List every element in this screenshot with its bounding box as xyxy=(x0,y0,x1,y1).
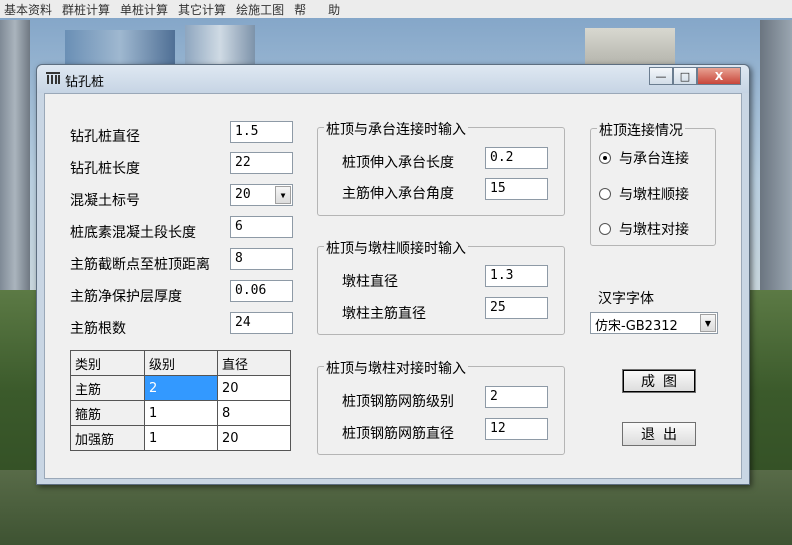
grade-cell[interactable]: 1 xyxy=(144,400,218,426)
diameter-cell[interactable]: 20 xyxy=(217,425,291,451)
title-bar[interactable]: 钻孔桩 — □ X xyxy=(37,65,749,93)
menu-help-1[interactable]: 帮 xyxy=(290,1,324,18)
radio-pier-smooth[interactable]: 与墩柱顺接 xyxy=(599,184,689,204)
embed-length-label: 桩顶伸入承台长度 xyxy=(342,155,454,171)
column-header: 类别 xyxy=(70,350,145,376)
mesh-diameter-label: 桩顶钢筋网筋直径 xyxy=(342,426,454,442)
concrete-grade-label: 混凝土标号 xyxy=(70,193,140,209)
window-controls: — □ X xyxy=(649,67,741,85)
maximize-button[interactable]: □ xyxy=(673,67,697,85)
plain-concrete-length-label: 桩底素混凝土段长度 xyxy=(70,225,196,241)
font-label: 汉字字体 xyxy=(598,291,654,307)
diameter-cell[interactable]: 20 xyxy=(217,375,291,401)
menu-other-calc[interactable]: 其它计算 xyxy=(174,1,232,18)
cut-distance-input[interactable]: 8 xyxy=(230,248,293,270)
group-title: 桩顶与承台连接时输入 xyxy=(324,119,468,139)
pile-dialog: 钻孔桩 — □ X 钻孔桩直径 1.5 钻孔桩长度 22 混凝土标号 20 ▼ … xyxy=(36,64,750,485)
connection-type-group: 桩顶连接情况 与承台连接 与墩柱顺接 与墩柱对接 xyxy=(590,120,716,246)
cover-thickness-input[interactable]: 0.06 xyxy=(230,280,293,302)
chevron-down-icon[interactable]: ▼ xyxy=(700,314,716,332)
grade-cell[interactable]: 2 xyxy=(144,375,218,401)
close-button[interactable]: X xyxy=(697,67,741,85)
table-row: 主筋 2 20 xyxy=(70,375,291,401)
pier-diameter-input[interactable]: 1.3 xyxy=(485,265,548,287)
radio-pier-butt[interactable]: 与墩柱对接 xyxy=(599,219,689,239)
window-title: 钻孔桩 xyxy=(65,75,105,90)
pier-rebar-diameter-input[interactable]: 25 xyxy=(485,297,548,319)
font-select[interactable]: 仿宋-GB2312 ▼ xyxy=(590,312,718,334)
radio-unchecked-icon xyxy=(599,188,611,200)
grade-cell[interactable]: 1 xyxy=(144,425,218,451)
menu-drawing[interactable]: 绘施工图 xyxy=(232,1,290,18)
group-title: 桩顶连接情况 xyxy=(597,120,685,140)
row-header: 加强筋 xyxy=(70,425,145,451)
cap-connection-group: 桩顶与承台连接时输入 桩顶伸入承台长度 0.2 主筋伸入承台角度 15 xyxy=(317,119,565,216)
diameter-cell[interactable]: 8 xyxy=(217,400,291,426)
menubar: 基本资料 群桩计算 单桩计算 其它计算 绘施工图 帮 助 xyxy=(0,0,792,18)
menu-single-pile[interactable]: 单桩计算 xyxy=(116,1,174,18)
generate-drawing-button[interactable]: 成图 xyxy=(622,369,696,393)
radio-label: 与墩柱顺接 xyxy=(619,187,689,203)
embed-length-input[interactable]: 0.2 xyxy=(485,147,548,169)
length-label: 钻孔桩长度 xyxy=(70,161,140,177)
chevron-down-icon[interactable]: ▼ xyxy=(275,186,291,204)
building xyxy=(0,20,30,320)
mesh-diameter-input[interactable]: 12 xyxy=(485,418,548,440)
embed-angle-label: 主筋伸入承台角度 xyxy=(342,186,454,202)
radio-cap-connection[interactable]: 与承台连接 xyxy=(599,148,689,168)
column-header: 级别 xyxy=(144,350,218,376)
rebar-count-input[interactable]: 24 xyxy=(230,312,293,334)
building xyxy=(760,20,792,320)
diameter-input[interactable]: 1.5 xyxy=(230,121,293,143)
cover-thickness-label: 主筋净保护层厚度 xyxy=(70,289,182,305)
pier-butt-group: 桩顶与墩柱对接时输入 桩顶钢筋网筋级别 2 桩顶钢筋网筋直径 12 xyxy=(317,358,565,455)
table-header-row: 类别 级别 直径 xyxy=(70,350,291,376)
mesh-grade-label: 桩顶钢筋网筋级别 xyxy=(342,394,454,410)
rebar-table: 类别 级别 直径 主筋 2 20 箍筋 1 8 加强筋 1 20 xyxy=(70,350,291,451)
pier-smooth-group: 桩顶与墩柱顺接时输入 墩柱直径 1.3 墩柱主筋直径 25 xyxy=(317,238,565,335)
mesh-grade-input[interactable]: 2 xyxy=(485,386,548,408)
table-row: 加强筋 1 20 xyxy=(70,425,291,451)
group-title: 桩顶与墩柱顺接时输入 xyxy=(324,238,468,258)
concrete-grade-value: 20 xyxy=(235,187,251,202)
minimize-button[interactable]: — xyxy=(649,67,673,85)
table-row: 箍筋 1 8 xyxy=(70,400,291,426)
font-select-value: 仿宋-GB2312 xyxy=(595,319,678,334)
radio-unchecked-icon xyxy=(599,223,611,235)
cut-distance-label: 主筋截断点至桩顶距离 xyxy=(70,257,210,273)
pier-diameter-label: 墩柱直径 xyxy=(342,274,398,290)
group-title: 桩顶与墩柱对接时输入 xyxy=(324,358,468,378)
diameter-label: 钻孔桩直径 xyxy=(70,129,140,145)
exit-button[interactable]: 退出 xyxy=(622,422,696,446)
radio-label: 与墩柱对接 xyxy=(619,222,689,238)
dialog-body: 钻孔桩直径 1.5 钻孔桩长度 22 混凝土标号 20 ▼ 桩底素混凝土段长度 … xyxy=(44,93,742,479)
embed-angle-input[interactable]: 15 xyxy=(485,178,548,200)
menu-group-pile[interactable]: 群桩计算 xyxy=(58,1,116,18)
plain-concrete-length-input[interactable]: 6 xyxy=(230,216,293,238)
concrete-grade-select[interactable]: 20 ▼ xyxy=(230,184,293,206)
pile-icon xyxy=(46,72,60,84)
radio-label: 与承台连接 xyxy=(619,151,689,167)
radio-checked-icon xyxy=(599,152,611,164)
row-header: 主筋 xyxy=(70,375,145,401)
menu-basic-data[interactable]: 基本资料 xyxy=(0,1,58,18)
row-header: 箍筋 xyxy=(70,400,145,426)
column-header: 直径 xyxy=(217,350,291,376)
rebar-count-label: 主筋根数 xyxy=(70,321,126,337)
length-input[interactable]: 22 xyxy=(230,152,293,174)
menu-help-2[interactable]: 助 xyxy=(324,1,346,18)
pier-rebar-diameter-label: 墩柱主筋直径 xyxy=(342,306,426,322)
